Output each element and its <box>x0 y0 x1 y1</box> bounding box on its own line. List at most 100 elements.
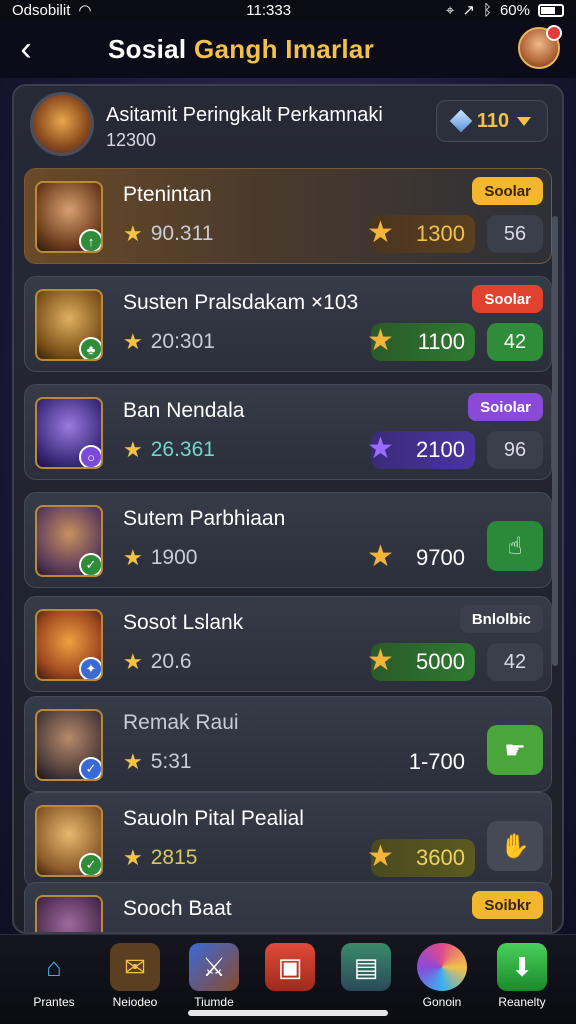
panel-header: Asitamit Peringkalt Perkamnaki 12300 110 <box>14 86 562 162</box>
player-name: Susten Pralsdakam ×103 <box>123 291 359 314</box>
panel-subtitle: 12300 <box>106 130 157 150</box>
player-name: Sosot Lslank <box>123 611 244 634</box>
nav-item-rewards[interactable]: ⬇ Reanelty <box>488 943 556 1013</box>
points-value: ★ 5000 <box>367 643 475 681</box>
list-item[interactable]: Sooch Baat Soibkr <box>24 882 552 932</box>
status-badge[interactable]: Soolar <box>472 285 543 313</box>
hand-icon: ☝ <box>507 532 523 560</box>
title-part2: Gangh Imarlar <box>193 33 375 64</box>
star-icon: ★ <box>367 216 394 249</box>
carrier-name: Odsobilit <box>12 1 71 19</box>
signal-icon: ↗ <box>462 2 475 19</box>
player-avatar: ○ <box>35 397 103 469</box>
nav-item-notes[interactable]: ✉ Neiodeo <box>101 943 169 1013</box>
status-icon: ↑ <box>79 229 101 251</box>
status-badge[interactable]: Soiolar <box>468 393 543 421</box>
player-avatar: ↑ <box>35 181 103 253</box>
scrollbar[interactable] <box>552 216 558 666</box>
filter-value: 110 <box>476 109 510 132</box>
points-value: ★ 3600 <box>367 839 475 877</box>
list-item[interactable]: ○ Ban Nendala ★ 26.361 ★ 2100 96 Soiolar <box>24 384 552 480</box>
note-icon: ✉ <box>110 943 160 991</box>
guild-emblem <box>30 92 94 156</box>
chest-icon: ▣ <box>265 943 315 991</box>
nav-item-cards[interactable]: ▤ <box>332 943 400 1013</box>
player-score: ★ 2815 <box>123 845 198 870</box>
rank-value: 56 <box>487 215 543 253</box>
location-icon: ⌖ <box>445 1 455 19</box>
status-badge[interactable]: Soolar <box>472 177 543 205</box>
rank-value: 96 <box>487 431 543 469</box>
nav-item-chest[interactable]: ▣ <box>256 943 324 1013</box>
wheel-icon <box>417 943 467 991</box>
star-icon: ★ <box>367 540 394 573</box>
check-icon: ✓ <box>79 553 101 575</box>
title-part1: Sosial <box>108 33 187 64</box>
rank-value: 42 <box>487 643 543 681</box>
hand-icon: ✋ <box>500 832 530 860</box>
home-icon: ⌂ <box>46 951 62 982</box>
points-value: ★ 1300 <box>367 215 475 253</box>
back-button[interactable]: ‹ <box>0 20 52 78</box>
player-score: ★ 20.6 <box>123 649 192 674</box>
list-item[interactable]: ✓ Sauoln Pital Pealial ★ 2815 ★ 3600 ✋ <box>24 792 552 888</box>
player-name: Ban Nendala <box>123 399 245 422</box>
points-value: ★ 9700 <box>367 540 465 573</box>
star-icon: ★ <box>367 644 394 677</box>
status-bar: Odsobilit ◠ 11:333 ⌖ ↗ ᛒ 60% <box>0 0 576 20</box>
gesture-button[interactable]: ☝ <box>487 521 543 571</box>
hand-icon: ☛ <box>504 736 526 764</box>
star-icon: ★ <box>123 329 143 354</box>
points-value: ★ 2100 <box>367 431 475 469</box>
nav-item-battle[interactable]: ⚔ Tiumde <box>180 943 248 1013</box>
bluetooth-icon: ᛒ <box>482 1 492 19</box>
page-title: Sosial Gangh Imarlar <box>108 34 374 65</box>
list-item[interactable]: ↑ Ptenintan ★ 90.311 ★ 1300 56 Soolar <box>24 168 552 264</box>
nav-item-home[interactable]: ⌂ Prantes <box>20 943 88 1013</box>
check-icon: ✓ <box>79 757 101 779</box>
star-icon: ★ <box>123 845 143 870</box>
cards-icon: ▤ <box>341 943 391 991</box>
clock: 11:333 <box>246 1 292 19</box>
player-score: ★ 90.311 <box>123 221 214 246</box>
status-icon: ♣ <box>79 337 101 359</box>
player-score: ★ 20:301 <box>123 329 215 354</box>
player-name: Sooch Baat <box>123 897 232 920</box>
player-avatar <box>35 895 103 932</box>
filter-dropdown[interactable]: 110 <box>436 100 548 142</box>
player-avatar: ✓ <box>35 709 103 781</box>
star-icon: ★ <box>123 649 143 674</box>
profile-avatar[interactable] <box>518 25 562 69</box>
points-value: 1-700 <box>408 749 465 774</box>
player-score: ★ 1900 <box>123 545 198 570</box>
panel-title: Asitamit Peringkalt Perkamnaki <box>106 104 383 126</box>
rank-value: 42 <box>487 323 543 361</box>
sword-icon: ⚔ <box>189 943 239 991</box>
battery-icon <box>537 3 564 17</box>
gesture-button[interactable]: ✋ <box>487 821 543 871</box>
player-avatar: ✓ <box>35 805 103 877</box>
diamond-icon <box>449 109 473 133</box>
leaderboard-panel: Asitamit Peringkalt Perkamnaki 12300 110… <box>12 84 564 934</box>
nav-item-spin[interactable]: Gonoin <box>408 943 476 1013</box>
player-avatar: ✓ <box>35 505 103 577</box>
star-icon: ★ <box>123 437 143 462</box>
list-item[interactable]: ✓ Remak Raui ★ 5:31 1-700 ☛ <box>24 696 552 792</box>
home-indicator[interactable] <box>188 1010 388 1016</box>
player-score: ★ 5:31 <box>123 749 192 774</box>
star-icon: ★ <box>123 749 143 774</box>
gesture-button[interactable]: ☛ <box>487 725 543 775</box>
list-item[interactable]: ♣ Susten Pralsdakam ×103 ★ 20:301 ★ 1100 4… <box>24 276 552 372</box>
player-name: Sauoln Pital Pealial <box>123 807 304 830</box>
player-name: Remak Raui <box>123 711 239 734</box>
list-item[interactable]: ✓ Sutem Parbhiaan ★ 1900 ★ 9700 ☝ <box>24 492 552 588</box>
player-name: Ptenintan <box>123 183 212 206</box>
player-avatar: ✦ <box>35 609 103 681</box>
status-badge[interactable]: Soibkr <box>472 891 543 919</box>
player-score: ★ 26.361 <box>123 437 215 462</box>
star-icon: ★ <box>123 221 143 246</box>
status-badge[interactable]: Bnlolbic <box>459 605 543 633</box>
player-avatar: ♣ <box>35 289 103 361</box>
status-icon: ○ <box>79 445 101 467</box>
list-item[interactable]: ✦ Sosot Lslank ★ 20.6 ★ 5000 42 Bnlolbic <box>24 596 552 692</box>
